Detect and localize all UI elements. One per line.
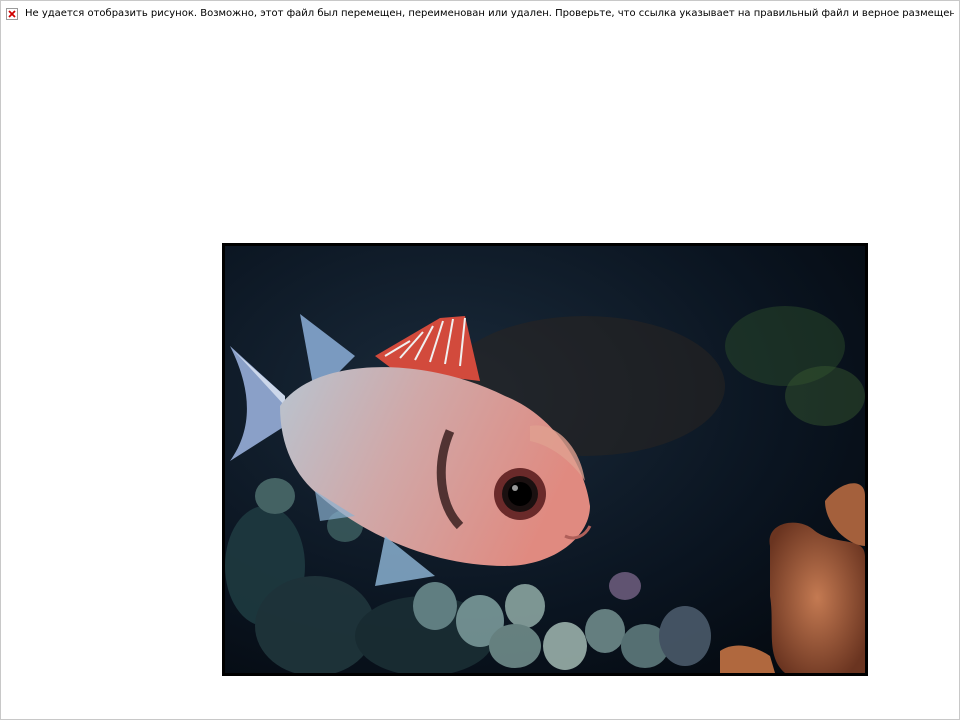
broken-image-message: Не удается отобразить рисунок. Возможно,… [25,8,954,19]
slide-page: Не удается отобразить рисунок. Возможно,… [0,0,960,720]
fish-photo-image [225,246,865,673]
fish-photo [222,243,868,676]
broken-image-placeholder: Не удается отобразить рисунок. Возможно,… [6,5,954,27]
broken-image-icon [6,8,18,20]
